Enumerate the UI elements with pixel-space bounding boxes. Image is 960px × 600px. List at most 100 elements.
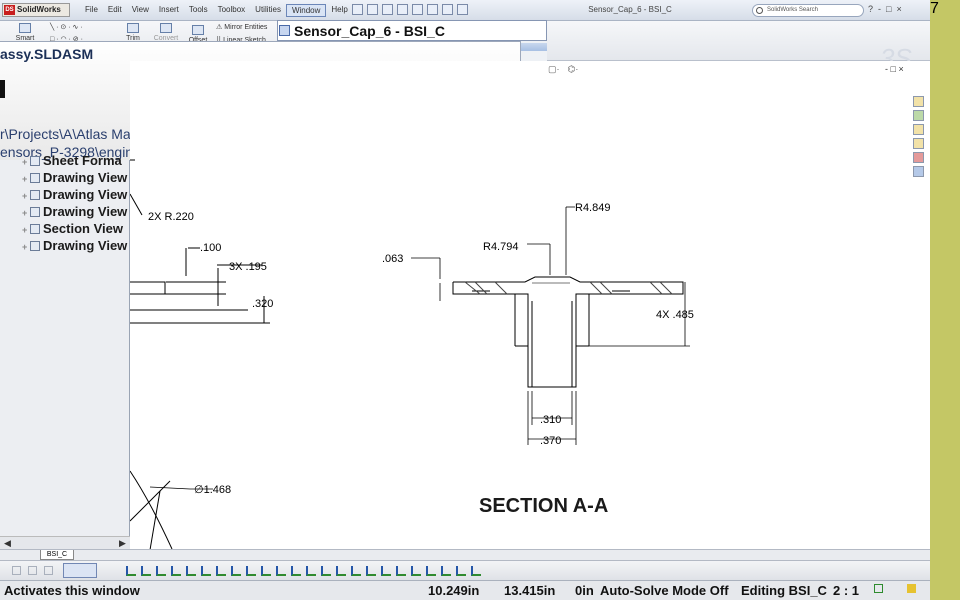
file-explorer-icon[interactable] — [913, 124, 924, 135]
print-icon[interactable] — [397, 4, 408, 15]
annotation-icon[interactable] — [126, 566, 136, 576]
smart-dimension-button[interactable]: Smart — [12, 23, 38, 42]
filter-icon[interactable] — [44, 566, 53, 575]
section-view-geometry — [452, 276, 684, 388]
trim-button[interactable]: Trim — [122, 23, 144, 42]
status-solve-mode[interactable]: Auto-Solve Mode Off — [600, 583, 729, 598]
tree-item-section-view[interactable]: + Section View — [22, 221, 123, 236]
scroll-left-icon[interactable]: ◀ — [4, 538, 11, 549]
status-editing: Editing BSI_C — [741, 583, 827, 598]
annotation-icon[interactable] — [321, 566, 331, 576]
window-preview-title[interactable]: Sensor_Cap_6 - BSI_C — [277, 20, 547, 41]
menu-help[interactable]: Help — [326, 4, 352, 17]
window-controls: ? - □ × — [868, 4, 902, 14]
view-palette-icon[interactable] — [913, 152, 924, 163]
display-style-icon[interactable]: ▢· — [548, 64, 560, 75]
menu-view[interactable]: View — [127, 4, 154, 17]
open-icon[interactable] — [367, 4, 378, 15]
select-icon[interactable] — [427, 4, 438, 15]
convert-button[interactable]: Convert — [150, 23, 182, 42]
save-icon[interactable] — [382, 4, 393, 15]
tree-item-drawing-view[interactable]: + Drawing View — [22, 187, 127, 202]
solidworks-window: DS SolidWorks File Edit View Insert Tools… — [0, 0, 960, 600]
menu-utilities[interactable]: Utilities — [250, 4, 286, 17]
status-scale[interactable]: 2 : 1 — [833, 583, 859, 598]
annotation-icon[interactable] — [276, 566, 286, 576]
sheet-tab-bsi-c[interactable]: BSI_C — [40, 550, 74, 560]
filter-icon[interactable] — [12, 566, 21, 575]
menu-file[interactable]: File — [80, 4, 103, 17]
doc-minimize-button[interactable]: - — [885, 64, 888, 74]
annotation-icon[interactable] — [426, 566, 436, 576]
tag-icon[interactable] — [907, 584, 916, 593]
annotation-icon[interactable] — [216, 566, 226, 576]
annotation-icon[interactable] — [141, 566, 151, 576]
resources-icon[interactable] — [913, 96, 924, 107]
annotation-icon[interactable] — [306, 566, 316, 576]
view-orientation-icon[interactable]: ⌬· — [568, 64, 579, 75]
annotation-icon[interactable] — [396, 566, 406, 576]
doc-close-button[interactable]: × — [898, 64, 903, 74]
solidworks-logo[interactable]: DS SolidWorks — [2, 3, 70, 17]
smart-dimension-icon — [19, 23, 31, 33]
annotation-icon[interactable] — [156, 566, 166, 576]
maximize-button[interactable]: □ — [886, 4, 891, 14]
annotation-icon[interactable] — [351, 566, 361, 576]
tree-horizontal-scrollbar[interactable]: ◀ ▶ — [0, 536, 130, 549]
panel-header — [521, 43, 547, 51]
menu-insert[interactable]: Insert — [154, 4, 184, 17]
annotation-icon[interactable] — [381, 566, 391, 576]
mirror-entities-button[interactable]: ⚠ Mirror Entities — [216, 23, 267, 31]
close-button[interactable]: × — [896, 4, 901, 14]
drawing-view-icon — [30, 173, 40, 183]
help-icon[interactable]: ? — [868, 4, 873, 14]
tree-item-drawing-view[interactable]: + Drawing View — [22, 170, 127, 185]
rebuild-icon[interactable] — [442, 4, 453, 15]
annotation-icon[interactable] — [471, 566, 481, 576]
menu-window[interactable]: Window — [285, 4, 327, 17]
annotation-icon[interactable] — [411, 566, 421, 576]
menu-tools[interactable]: Tools — [184, 4, 213, 17]
dim-fillet-label: 2X R.220 — [148, 211, 194, 223]
annotation-icon[interactable] — [231, 566, 241, 576]
rebuild-status-icon[interactable] — [874, 584, 883, 593]
select-tool-button[interactable] — [63, 563, 97, 578]
menu-toolbox[interactable]: Toolbox — [213, 4, 251, 17]
annotation-icon[interactable] — [336, 566, 346, 576]
design-library-icon[interactable] — [913, 110, 924, 121]
tree-item-sheet-format[interactable]: + Sheet Forma — [22, 153, 122, 168]
doc-restore-button[interactable]: □ — [891, 64, 896, 74]
tree-item-drawing-view[interactable]: + Drawing View — [22, 238, 127, 253]
filter-icon[interactable] — [28, 566, 37, 575]
annotation-icon[interactable] — [456, 566, 466, 576]
appearances-icon[interactable] — [913, 166, 924, 177]
search-placeholder: SolidWorks Search — [767, 7, 818, 13]
annotation-icon[interactable] — [441, 566, 451, 576]
annotation-icon[interactable] — [186, 566, 196, 576]
dimension-lines — [149, 206, 690, 490]
options-icon[interactable] — [457, 4, 468, 15]
annotation-icon[interactable] — [201, 566, 211, 576]
dim-195-label: 3X .195 — [229, 261, 267, 273]
drawing-view-icon — [30, 190, 40, 200]
annotation-icon[interactable] — [246, 566, 256, 576]
search-results-icon[interactable] — [913, 138, 924, 149]
minimize-button[interactable]: - — [878, 4, 881, 14]
preview-file-name: assy.SLDASM — [0, 46, 94, 62]
annotation-icon[interactable] — [261, 566, 271, 576]
line-tools[interactable]: ╲ · ⊙ · ∿ · — [50, 23, 83, 31]
scroll-right-icon[interactable]: ▶ — [119, 538, 126, 549]
new-icon[interactable] — [352, 4, 363, 15]
sheet-format-icon — [30, 156, 40, 166]
section-view-icon — [30, 224, 40, 234]
tree-item-drawing-view[interactable]: + Drawing View — [22, 204, 127, 219]
status-x-coordinate: 10.249in — [428, 583, 480, 598]
annotation-icon[interactable] — [291, 566, 301, 576]
undo-icon[interactable] — [412, 4, 423, 15]
drawing-sheet[interactable]: 2X R.220 .100 3X .195 .320 .063 R4.794 R… — [130, 61, 927, 549]
search-input[interactable]: SolidWorks Search — [752, 4, 864, 17]
menu-edit[interactable]: Edit — [103, 4, 127, 17]
tree-item-label: Section View — [43, 221, 123, 236]
annotation-icon[interactable] — [366, 566, 376, 576]
annotation-icon[interactable] — [171, 566, 181, 576]
